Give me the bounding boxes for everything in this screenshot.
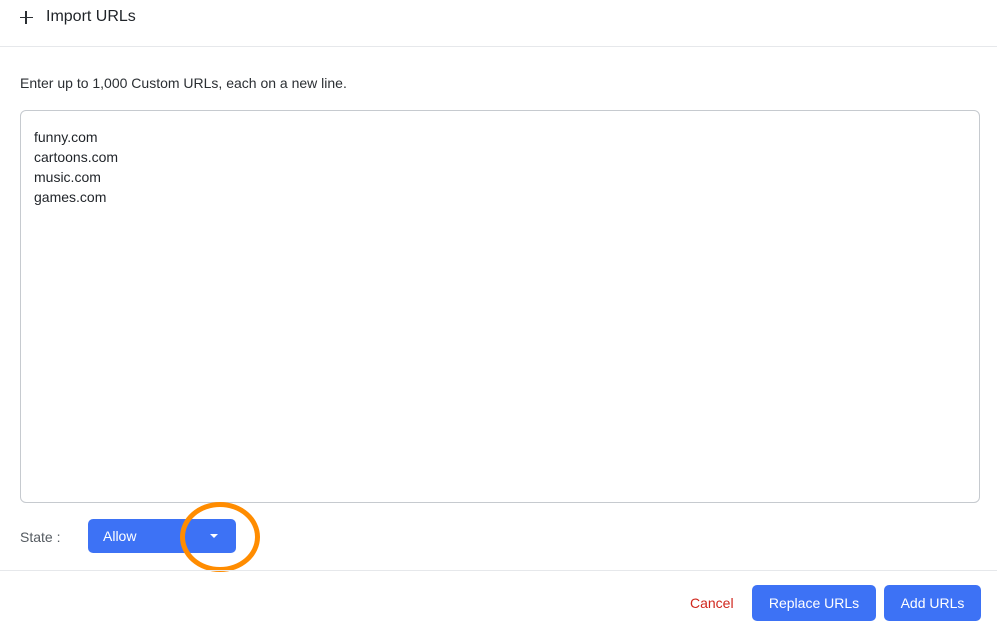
chevron-down-icon[interactable] <box>210 534 218 538</box>
url-list-input[interactable] <box>20 110 980 503</box>
instructions-text: Enter up to 1,000 Custom URLs, each on a… <box>20 75 347 91</box>
state-selected-value: Allow <box>103 528 137 544</box>
state-label: State : <box>20 529 61 545</box>
dialog-title: Import URLs <box>46 8 136 25</box>
replace-urls-button[interactable]: Replace URLs <box>752 585 876 621</box>
dialog-header: Import URLs <box>0 0 997 47</box>
cancel-button[interactable]: Cancel <box>686 586 738 620</box>
state-dropdown[interactable]: Allow <box>88 519 236 553</box>
plus-icon[interactable] <box>19 10 33 24</box>
dropdown-divider <box>192 519 193 553</box>
footer-divider <box>0 570 997 571</box>
add-urls-button[interactable]: Add URLs <box>884 585 981 621</box>
